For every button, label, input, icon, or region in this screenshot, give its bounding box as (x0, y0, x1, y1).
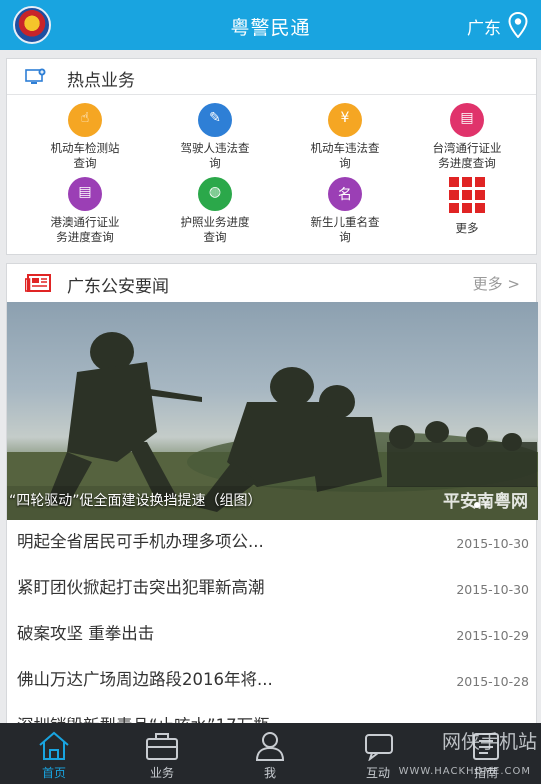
tab-me[interactable]: 我 (216, 723, 324, 784)
news-item-title: 明起全省居民可手机办理多项公... (17, 532, 264, 551)
site-watermark-url: WWW.HACKHOME.COM (398, 766, 531, 777)
news-item-date: 2015-10-29 (456, 628, 529, 643)
tab-business-label: 业务 (149, 766, 174, 780)
person-icon (255, 732, 285, 761)
service-label: 护照业务进度查询 (180, 215, 250, 244)
service-label: 驾驶人违法查询 (180, 141, 250, 170)
hand-icon: ☝ (68, 103, 102, 137)
news-card: 广东公安要闻 更多 > “四轮驱动”促全面建设换挡提速（组图） 平安南粤网 明起… (6, 263, 538, 735)
service-label: 台湾通行证业务进度查询 (432, 141, 502, 170)
news-item[interactable]: 佛山万达广场周边路段2016年将... 2015-10-28 (7, 658, 538, 704)
news-item-title: 佛山万达广场周边路段2016年将... (17, 670, 273, 689)
permit-icon: ▤ (68, 177, 102, 211)
tab-me-label: 我 (263, 766, 276, 780)
monitor-icon (25, 68, 46, 84)
permit-icon: ▤ (450, 103, 484, 137)
banner-watermark: 平安南粤网 (443, 492, 528, 512)
news-header: 广东公安要闻 更多 > (7, 264, 536, 302)
tab-business[interactable]: 业务 (108, 723, 216, 784)
location-pin-icon[interactable] (508, 12, 528, 38)
service-label: 机动车违法查询 (310, 141, 380, 170)
driver-icon: ✎ (198, 103, 232, 137)
service-label: 机动车检测站查询 (50, 141, 120, 170)
news-item[interactable]: 破案攻坚 重拳出击 2015-10-29 (7, 612, 538, 658)
service-taiwan-permit[interactable]: ▤ 台湾通行证业务进度查询 (407, 103, 527, 171)
newspaper-icon (25, 274, 51, 292)
tab-home-label: 首页 (41, 766, 66, 780)
fine-icon: ¥ (328, 103, 362, 137)
banner-caption: “四轮驱动”促全面建设换挡提速（组图） (9, 493, 262, 509)
site-watermark: 网侠手机站 (441, 731, 537, 753)
service-vehicle-inspection[interactable]: ☝ 机动车检测站查询 (25, 103, 145, 171)
news-item-title: 破案攻坚 重拳出击 (17, 624, 155, 643)
news-item[interactable]: 明起全省居民可手机办理多项公... 2015-10-30 (7, 520, 538, 566)
grid-icon (449, 177, 485, 213)
service-newborn-name[interactable]: 名 新生儿重名查询 (285, 177, 405, 245)
news-item-date: 2015-10-28 (456, 674, 529, 689)
chat-icon (365, 734, 393, 761)
news-item[interactable]: 紧盯团伙掀起打击突出犯罪新高潮 2015-10-30 (7, 566, 538, 612)
news-item-date: 2015-10-30 (456, 582, 529, 597)
service-passport[interactable]: ◍ 护照业务进度查询 (155, 177, 275, 245)
passport-icon: ◍ (198, 177, 232, 211)
service-vehicle-violation[interactable]: ¥ 机动车违法查询 (285, 103, 405, 171)
hot-services-header: 热点业务 (7, 59, 536, 95)
hot-services-card: 热点业务 ☝ 机动车检测站查询 ✎ 驾驶人违法查询 ¥ 机动车违法查询 ▤ 台湾… (6, 58, 537, 255)
app-header: 粤警民通 广东 (0, 0, 541, 50)
service-label: 更多 (455, 221, 479, 235)
service-label: 港澳通行证业务进度查询 (50, 215, 120, 244)
news-banner[interactable]: “四轮驱动”促全面建设换挡提速（组图） 平安南粤网 (7, 302, 538, 520)
news-item-date: 2015-10-30 (456, 536, 529, 551)
news-item-title: 紧盯团伙掀起打击突出犯罪新高潮 (17, 578, 265, 597)
app-title: 粤警民通 (230, 17, 311, 39)
region-selector[interactable]: 广东 (467, 14, 501, 39)
tab-home[interactable]: 首页 (0, 723, 108, 784)
more-news-link[interactable]: 更多 > (473, 273, 520, 294)
service-more[interactable]: 更多 (407, 177, 527, 236)
briefcase-icon (146, 733, 178, 760)
home-icon (39, 731, 69, 760)
service-driver-violation[interactable]: ✎ 驾驶人违法查询 (155, 103, 275, 171)
hot-services-title: 热点业务 (67, 71, 135, 91)
service-label: 新生儿重名查询 (310, 215, 380, 244)
news-title: 广东公安要闻 (67, 277, 169, 297)
service-hk-macau-permit[interactable]: ▤ 港澳通行证业务进度查询 (25, 177, 145, 245)
name-icon: 名 (328, 177, 362, 211)
